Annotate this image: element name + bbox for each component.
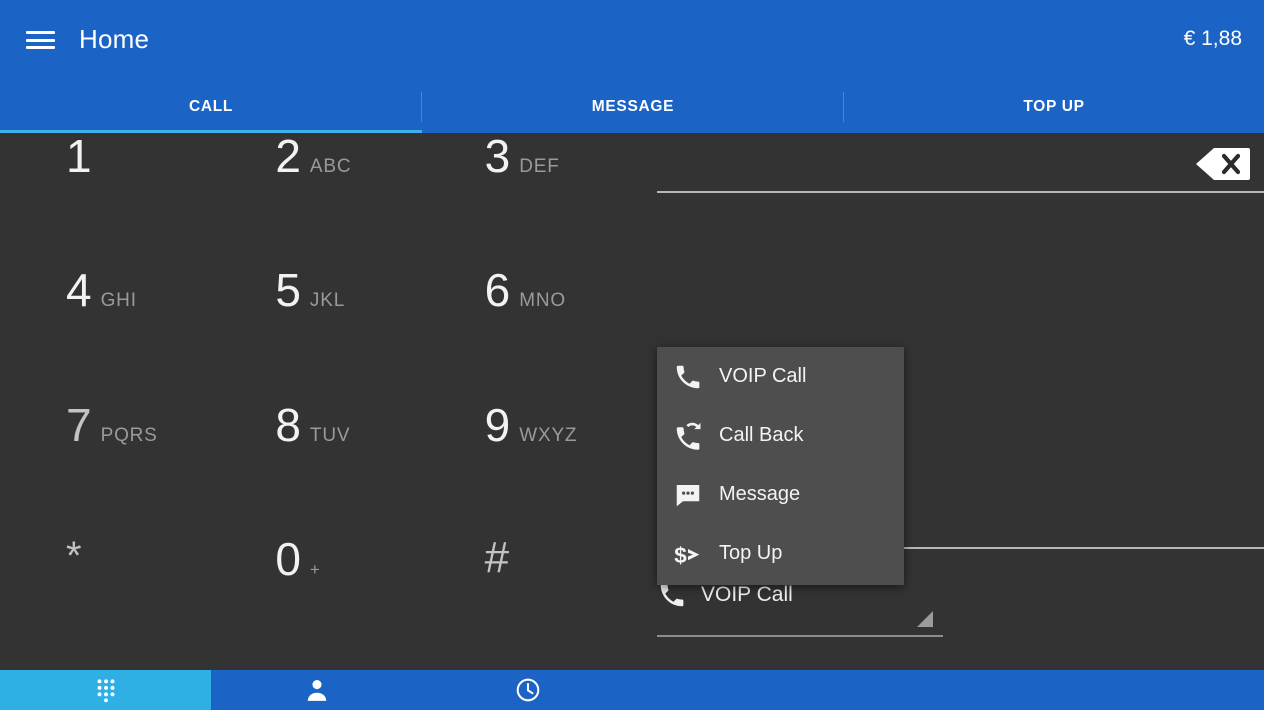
key-letters: TUV [309, 424, 351, 446]
tab-bar: CALL MESSAGE TOP UP [0, 81, 1264, 133]
menu-bar-1 [26, 31, 55, 34]
main-content: 1 2 ABC 3 DEF 4 GHI 5 JKL 6 MNO 7 PQRS 8… [0, 133, 1264, 670]
dialpad-key-6[interactable]: 6 MNO [427, 267, 640, 401]
dialpad-icon [93, 677, 119, 703]
key-letters: + [309, 559, 321, 579]
dialpad-key-1[interactable]: 1 [0, 133, 213, 267]
tab-message-label: MESSAGE [591, 98, 675, 115]
tab-message[interactable]: MESSAGE [422, 81, 844, 133]
hamburger-menu-icon[interactable] [26, 27, 56, 53]
bottom-nav-filler [633, 670, 1264, 710]
phone-icon [673, 362, 703, 392]
key-digit: # [484, 532, 510, 582]
dialpad-key-9[interactable]: 9 WXYZ [427, 402, 640, 536]
spinner-caret-icon[interactable] [917, 611, 933, 627]
dropdown-item-label: Top Up [719, 542, 783, 564]
dropdown-item-label: Call Back [719, 424, 804, 446]
backspace-icon[interactable] [1194, 146, 1250, 182]
phone-dialer-app: Home € 1,88 CALL MESSAGE TOP UP 1 2 ABC [0, 0, 1264, 710]
history-clock-icon [515, 677, 541, 703]
svg-text:$: $ [674, 542, 687, 567]
tab-call-label: CALL [188, 98, 234, 115]
key-digit: 8 [275, 398, 301, 451]
key-letters: JKL [309, 290, 346, 312]
dialpad-key-4[interactable]: 4 GHI [0, 267, 213, 401]
dollar-arrow-icon: $ [673, 539, 703, 569]
nav-item-dialpad[interactable] [0, 670, 211, 710]
action-dropdown-menu[interactable]: VOIP Call Call Back Message $ Top Up [657, 347, 904, 585]
key-letters: DEF [519, 156, 560, 177]
key-digit: 3 [484, 130, 511, 182]
key-letters: PQRS [100, 424, 158, 446]
dropdown-item-top-up[interactable]: $ Top Up [657, 524, 904, 583]
menu-bar-3 [26, 46, 55, 49]
dropdown-item-label: VOIP Call [719, 365, 807, 387]
key-letters: ABC [309, 156, 352, 177]
dropdown-item-call-back[interactable]: Call Back [657, 406, 904, 465]
key-letters: GHI [100, 290, 137, 312]
phone-number-input[interactable] [657, 133, 1217, 191]
dropdown-item-label: Message [719, 483, 801, 505]
dialpad-key-0[interactable]: 0 + [213, 536, 426, 670]
tab-topup[interactable]: TOP UP [844, 81, 1264, 133]
account-balance: € 1,88 [1183, 27, 1242, 50]
dialpad: 1 2 ABC 3 DEF 4 GHI 5 JKL 6 MNO 7 PQRS 8… [0, 133, 640, 670]
dropdown-item-voip-call[interactable]: VOIP Call [657, 347, 904, 406]
dialpad-key-8[interactable]: 8 TUV [213, 402, 426, 536]
nav-item-history[interactable] [422, 670, 633, 710]
dialpad-key-hash[interactable]: # [427, 532, 640, 670]
dialpad-key-2[interactable]: 2 ABC [213, 133, 426, 267]
dialpad-key-star[interactable]: * [0, 536, 213, 670]
spinner-selected-label: VOIP Call [701, 583, 793, 606]
dialpad-key-5[interactable]: 5 JKL [213, 267, 426, 401]
dialpad-key-3[interactable]: 3 DEF [427, 133, 640, 267]
key-digit: 7 [66, 398, 92, 451]
key-digit: 6 [484, 264, 511, 317]
key-letters: MNO [519, 290, 566, 312]
contacts-person-icon [304, 677, 330, 703]
spinner-underline [657, 635, 943, 637]
phone-callback-icon [673, 421, 703, 451]
key-digit: 4 [66, 264, 92, 317]
key-digit: * [66, 533, 82, 578]
dialpad-key-7[interactable]: 7 PQRS [0, 402, 213, 536]
bottom-navigation [0, 670, 1264, 710]
tab-topup-label: TOP UP [1023, 98, 1085, 115]
key-letters: WXYZ [519, 424, 578, 446]
nav-item-contacts[interactable] [211, 670, 422, 710]
key-digit: 0 [275, 532, 301, 585]
key-digit: 5 [275, 264, 301, 317]
tab-call[interactable]: CALL [0, 81, 422, 133]
menu-bar-2 [26, 38, 55, 42]
page-title: Home [79, 24, 150, 54]
key-digit: 2 [275, 130, 301, 182]
app-header: Home € 1,88 [0, 0, 1264, 81]
dropdown-item-message[interactable]: Message [657, 465, 904, 524]
key-digit: 1 [66, 130, 92, 182]
key-digit: 9 [484, 398, 511, 451]
message-bubble-icon [673, 480, 703, 510]
